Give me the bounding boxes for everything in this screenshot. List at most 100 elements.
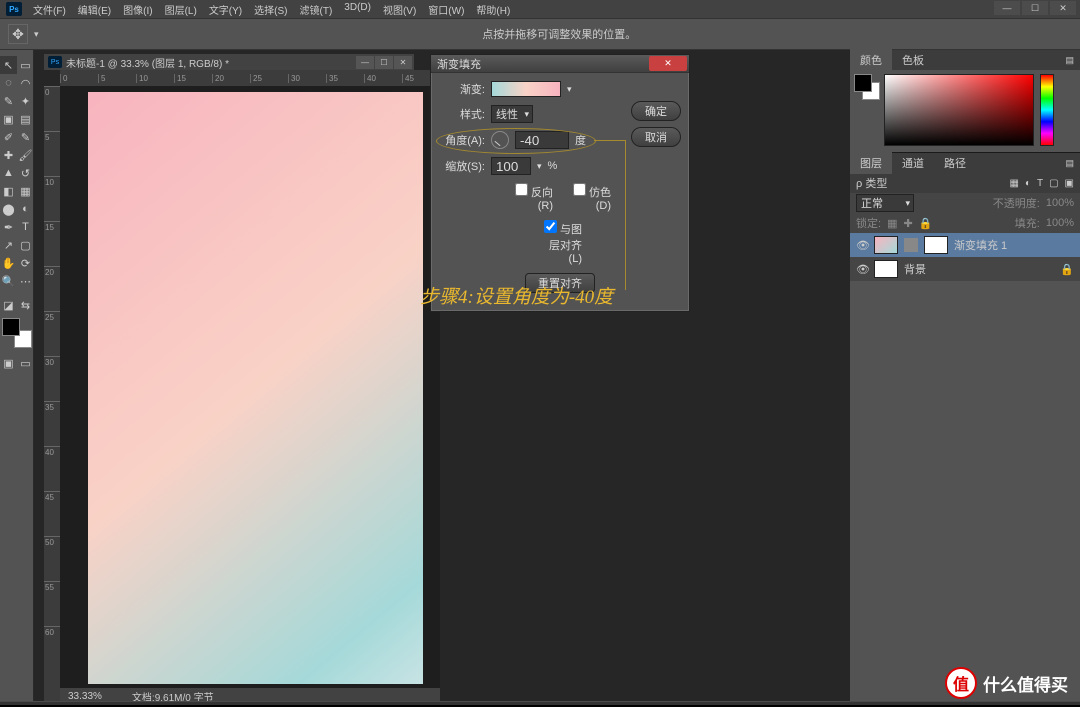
document-titlebar[interactable]: Ps 未标题-1 @ 33.3% (图层 1, RGB/8) * — ☐ ✕ xyxy=(44,54,414,70)
hand-tool[interactable]: ✋ xyxy=(0,254,17,272)
menu-view[interactable]: 视图(V) xyxy=(378,0,421,19)
menu-image[interactable]: 图像(I) xyxy=(118,0,157,19)
layer-filter[interactable]: ρ 类型 xyxy=(856,175,887,191)
tab-layers[interactable]: 图层 xyxy=(850,152,892,174)
shape-tool[interactable]: ▢ xyxy=(17,236,34,254)
pen-tool[interactable]: ✒ xyxy=(0,218,17,236)
doc-minimize-button[interactable]: — xyxy=(356,56,374,69)
lock-all-icon[interactable]: 🔒 xyxy=(919,217,933,230)
gradient-tool[interactable]: ▦ xyxy=(17,182,34,200)
eyedropper-tool[interactable]: ✐ xyxy=(0,128,17,146)
visibility-icon[interactable]: 👁 xyxy=(856,263,868,276)
tab-channels[interactable]: 通道 xyxy=(892,152,934,174)
slice-tool[interactable]: ▤ xyxy=(17,110,34,128)
gradient-picker[interactable] xyxy=(491,81,561,97)
type-tool[interactable]: T xyxy=(17,218,34,236)
tab-paths[interactable]: 路径 xyxy=(934,152,976,174)
angle-input[interactable] xyxy=(515,131,569,149)
window-maximize-button[interactable]: ☐ xyxy=(1022,1,1048,15)
magic-wand-tool[interactable]: ✦ xyxy=(17,92,34,110)
marquee-tool[interactable]: ◌ xyxy=(0,74,17,92)
menu-file[interactable]: 文件(F) xyxy=(28,0,71,19)
menu-3d[interactable]: 3D(D) xyxy=(339,0,376,19)
align-checkbox[interactable]: 与图层对齐(L) xyxy=(538,220,582,265)
dialog-titlebar[interactable]: 渐变填充 ✕ xyxy=(431,55,689,73)
filter-smart-icon[interactable]: ▣ xyxy=(1065,178,1074,189)
ruler-horizontal[interactable]: 051015202530354045 xyxy=(60,70,440,86)
dialog-close-button[interactable]: ✕ xyxy=(649,56,687,71)
gradient-fill-dialog[interactable]: 渐变填充 ✕ 确定 取消 渐变: ▾ 样式: 线性 xyxy=(430,54,690,312)
layer-row[interactable]: 👁 渐变填充 1 xyxy=(850,233,1080,257)
crop-tool[interactable]: ▣ xyxy=(0,110,17,128)
swap-colors-icon[interactable]: ⇆ xyxy=(17,296,34,314)
visibility-icon[interactable]: 👁 xyxy=(856,239,868,252)
history-brush-tool[interactable]: ↺ xyxy=(17,164,34,182)
layer-name[interactable]: 背景 xyxy=(904,261,926,277)
quickmask-tool[interactable]: ▣ xyxy=(0,354,17,372)
doc-close-button[interactable]: ✕ xyxy=(394,56,412,69)
style-select[interactable]: 线性 xyxy=(491,105,533,123)
filter-shape-icon[interactable]: ▢ xyxy=(1049,178,1058,189)
brush-tool[interactable]: 🖌 xyxy=(17,146,34,164)
lock-pixels-icon[interactable]: ▦ xyxy=(887,217,897,230)
blend-mode-select[interactable]: 正常 xyxy=(856,194,914,212)
filter-pixel-icon[interactable]: ▦ xyxy=(1009,178,1018,189)
rotate-tool[interactable]: ⟳ xyxy=(17,254,34,272)
scale-input[interactable] xyxy=(491,157,531,175)
layer-thumbnail[interactable] xyxy=(874,260,898,278)
default-colors-icon[interactable]: ◪ xyxy=(0,296,17,314)
hue-slider[interactable] xyxy=(1040,74,1054,146)
tab-swatches[interactable]: 色板 xyxy=(892,49,934,71)
scale-dropdown-icon[interactable]: ▾ xyxy=(537,161,542,172)
lock-position-icon[interactable]: ✚ xyxy=(903,217,912,230)
filter-adjust-icon[interactable]: ◐ xyxy=(1025,178,1031,189)
artboard-tool[interactable]: ▭ xyxy=(17,56,34,74)
layer-mask-thumbnail[interactable] xyxy=(924,236,948,254)
color-swatch[interactable] xyxy=(2,318,32,348)
tab-color[interactable]: 颜色 xyxy=(850,49,892,71)
layer-thumbnail[interactable] xyxy=(874,236,898,254)
dodge-tool[interactable]: ◐ xyxy=(17,200,34,218)
move-tool-icon[interactable] xyxy=(8,24,28,44)
ruler-tool[interactable]: ✎ xyxy=(17,128,34,146)
zoom-level[interactable]: 33.33% xyxy=(68,691,102,702)
zoom-tool[interactable]: 🔍 xyxy=(0,272,17,290)
eraser-tool[interactable]: ◧ xyxy=(0,182,17,200)
panel-menu-icon[interactable]: ▤ xyxy=(1055,155,1080,172)
gradient-dropdown-icon[interactable]: ▾ xyxy=(567,84,572,95)
angle-wheel[interactable] xyxy=(491,131,509,149)
ruler-vertical[interactable]: 051015202530354045505560 xyxy=(44,86,60,704)
menu-type[interactable]: 文字(Y) xyxy=(204,0,247,19)
menu-edit[interactable]: 编辑(E) xyxy=(73,0,116,19)
panel-menu-icon[interactable]: ▤ xyxy=(1055,52,1080,69)
window-minimize-button[interactable]: — xyxy=(994,1,1020,15)
fill-value[interactable]: 100% xyxy=(1046,217,1074,229)
color-field[interactable] xyxy=(884,74,1034,146)
menu-help[interactable]: 帮助(H) xyxy=(471,0,515,19)
screenmode-tool[interactable]: ▭ xyxy=(17,354,34,372)
window-close-button[interactable]: ✕ xyxy=(1050,1,1076,15)
lasso-tool[interactable]: ◠ xyxy=(17,74,34,92)
cancel-button[interactable]: 取消 xyxy=(631,127,681,147)
layer-name[interactable]: 渐变填充 1 xyxy=(954,237,1007,253)
reverse-checkbox[interactable]: 反向(R) xyxy=(509,183,553,212)
layer-row[interactable]: 👁 背景 🔒 xyxy=(850,257,1080,281)
doc-maximize-button[interactable]: ☐ xyxy=(375,56,393,69)
document-canvas[interactable]: 33.33% 文档:9.61M/0 字节 xyxy=(60,86,440,704)
move-tool[interactable]: ↖ xyxy=(0,56,17,74)
menu-filter[interactable]: 滤镜(T) xyxy=(295,0,338,19)
blur-tool[interactable]: ⬤ xyxy=(0,200,17,218)
stamp-tool[interactable]: ▲ xyxy=(0,164,17,182)
filter-type-icon[interactable]: T xyxy=(1037,178,1043,189)
menu-layer[interactable]: 图层(L) xyxy=(160,0,202,19)
healing-tool[interactable]: ✚ xyxy=(0,146,17,164)
path-tool[interactable]: ↗ xyxy=(0,236,17,254)
layer-mask-link-icon[interactable] xyxy=(904,238,918,252)
ok-button[interactable]: 确定 xyxy=(631,101,681,121)
fg-color-box[interactable] xyxy=(854,74,872,92)
opacity-value[interactable]: 100% xyxy=(1046,197,1074,209)
edit-toolbar[interactable]: ⋯ xyxy=(17,272,34,290)
menu-window[interactable]: 窗口(W) xyxy=(423,0,469,19)
quick-select-tool[interactable]: ✎ xyxy=(0,92,17,110)
menu-select[interactable]: 选择(S) xyxy=(249,0,292,19)
